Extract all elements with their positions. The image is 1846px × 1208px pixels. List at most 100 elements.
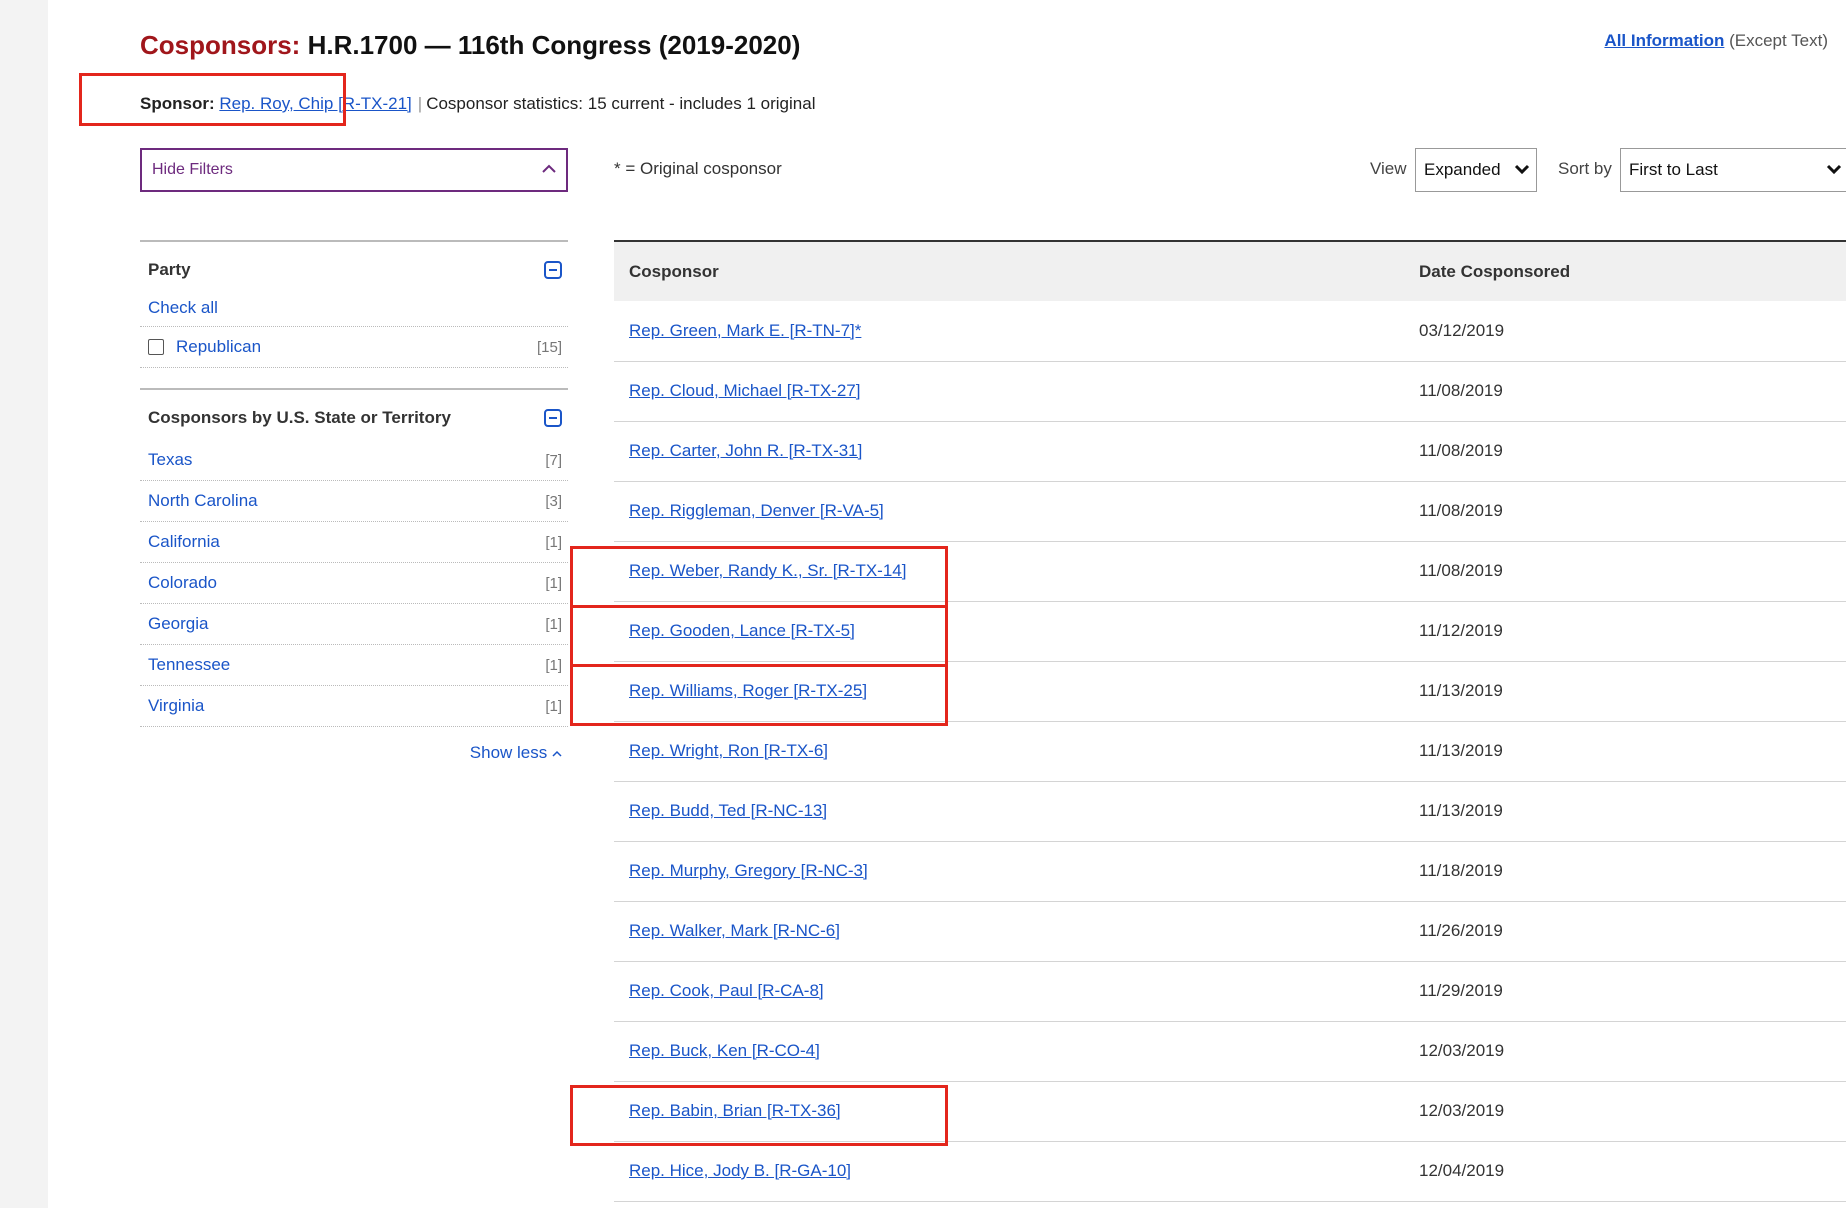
cosponsor-link[interactable]: Rep. Carter, John R. [R-TX-31] — [629, 441, 862, 460]
cosponsor-link[interactable]: Rep. Buck, Ken [R-CO-4] — [629, 1041, 820, 1060]
cosponsor-cell: Rep. Carter, John R. [R-TX-31] — [614, 421, 1404, 482]
cosponsor-cell: Rep. Hice, Jody B. [R-GA-10] — [614, 1141, 1404, 1202]
party-filter-name: Republican — [148, 337, 261, 357]
state-filter-label: Texas — [148, 450, 193, 469]
cosponsor-cell: Rep. Green, Mark E. [R-TN-7]* — [614, 301, 1404, 362]
date-cell: 03/12/2019 — [1404, 301, 1846, 362]
cosponsor-link[interactable]: Rep. Green, Mark E. [R-TN-7]* — [629, 321, 861, 340]
page: Cosponsors: H.R.1700 — 116th Congress (2… — [48, 0, 1846, 1208]
table-row: Rep. Gooden, Lance [R-TX-5] 11/12/2019 — [614, 601, 1846, 662]
table-row: Rep. Wright, Ron [R-TX-6] 11/13/2019 — [614, 721, 1846, 782]
date-cell: 11/29/2019 — [1404, 961, 1846, 1022]
table-row: Rep. Budd, Ted [R-NC-13] 11/13/2019 — [614, 781, 1846, 842]
state-filter-label: Virginia — [148, 696, 205, 715]
state-filter-count: [7] — [545, 451, 562, 469]
sponsor-line: Sponsor: Rep. Roy, Chip [R-TX-21] | Cospon… — [140, 94, 815, 114]
state-filter-count: [1] — [545, 574, 562, 592]
cosponsor-cell: Rep. Budd, Ted [R-NC-13] — [614, 781, 1404, 842]
view-select[interactable]: Expanded — [1415, 148, 1537, 192]
sort-select-value: First to Last — [1629, 160, 1718, 179]
table-row: Rep. Hice, Jody B. [R-GA-10] 12/04/2019 — [614, 1141, 1846, 1202]
table-row: Rep. Babin, Brian [R-TX-36] 12/03/2019 — [614, 1081, 1846, 1142]
sort-select[interactable]: First to Last — [1620, 148, 1846, 192]
sort-label: Sort by — [1558, 159, 1612, 178]
cosponsor-link[interactable]: Rep. Gooden, Lance [R-TX-5] — [629, 621, 855, 640]
party-facet-header: Party — [140, 256, 568, 284]
cosponsor-link[interactable]: Rep. Riggleman, Denver [R-VA-5] — [629, 501, 884, 520]
cosponsor-cell: Rep. Walker, Mark [R-NC-6] — [614, 901, 1404, 962]
state-filter-georgia[interactable]: Georgia [1] — [140, 604, 568, 645]
date-cell: 11/26/2019 — [1404, 901, 1846, 962]
chevron-down-icon — [1514, 160, 1530, 180]
cosponsor-link[interactable]: Rep. Hice, Jody B. [R-GA-10] — [629, 1161, 851, 1180]
cosponsor-link[interactable]: Rep. Weber, Randy K., Sr. [R-TX-14] — [629, 561, 906, 580]
original-cosponsor-legend: * = Original cosponsor — [614, 159, 782, 178]
party-filter-republican[interactable]: Republican [15] — [140, 327, 568, 368]
all-information-link[interactable]: All Information — [1604, 31, 1724, 50]
date-cell: 11/13/2019 — [1404, 721, 1846, 782]
cosponsor-link[interactable]: Rep. Wright, Ron [R-TX-6] — [629, 741, 828, 760]
state-filter-north-carolina[interactable]: North Carolina [3] — [140, 481, 568, 522]
state-filter-virginia[interactable]: Virginia [1] — [140, 686, 568, 727]
table-row: Rep. Williams, Roger [R-TX-25] 11/13/2019 — [614, 661, 1846, 722]
cosponsor-cell: Rep. Cloud, Michael [R-TX-27] — [614, 361, 1404, 422]
table-row: Rep. Buck, Ken [R-CO-4] 12/03/2019 — [614, 1021, 1846, 1082]
date-cell: 11/08/2019 — [1404, 481, 1846, 542]
state-filter-count: [3] — [545, 492, 562, 510]
show-less-link[interactable]: Show less — [140, 727, 568, 763]
collapse-party-icon[interactable] — [544, 261, 562, 279]
column-header-cosponsor[interactable]: Cosponsor — [614, 241, 1404, 301]
sponsor-label: Sponsor: — [140, 94, 215, 113]
cosponsor-link[interactable]: Rep. Walker, Mark [R-NC-6] — [629, 921, 840, 940]
date-cell: 11/08/2019 — [1404, 421, 1846, 482]
state-filter-california[interactable]: California [1] — [140, 522, 568, 563]
cosponsor-link[interactable]: Rep. Cook, Paul [R-CA-8] — [629, 981, 824, 1000]
state-filter-count: [1] — [545, 615, 562, 633]
cosponsor-link[interactable]: Rep. Murphy, Gregory [R-NC-3] — [629, 861, 868, 880]
date-cell: 11/08/2019 — [1404, 361, 1846, 422]
table-row: Rep. Riggleman, Denver [R-VA-5] 11/08/201… — [614, 481, 1846, 542]
collapse-state-icon[interactable] — [544, 409, 562, 427]
date-cell: 11/13/2019 — [1404, 781, 1846, 842]
state-filter-colorado[interactable]: Colorado [1] — [140, 563, 568, 604]
chevron-up-icon — [542, 161, 556, 179]
party-filter-count: [15] — [536, 338, 562, 356]
check-all-link[interactable]: Check all — [140, 284, 568, 327]
table-row: Rep. Cook, Paul [R-CA-8] 11/29/2019 — [614, 961, 1846, 1022]
date-cell: 12/03/2019 — [1404, 1021, 1846, 1082]
table-row: Rep. Green, Mark E. [R-TN-7]* 03/12/2019 — [614, 301, 1846, 362]
cosponsor-cell: Rep. Weber, Randy K., Sr. [R-TX-14] — [614, 541, 1404, 602]
all-information-note: (Except Text) — [1724, 31, 1828, 50]
date-cell: 11/13/2019 — [1404, 661, 1846, 722]
view-label: View — [1370, 159, 1407, 178]
date-cell: 11/12/2019 — [1404, 601, 1846, 662]
cosponsor-cell: Rep. Gooden, Lance [R-TX-5] — [614, 601, 1404, 662]
cosponsor-link[interactable]: Rep. Babin, Brian [R-TX-36] — [629, 1101, 841, 1120]
table-row: Rep. Weber, Randy K., Sr. [R-TX-14] 11/08… — [614, 541, 1846, 602]
table-header-row: Cosponsor Date Cosponsored — [614, 241, 1846, 301]
hide-filters-button[interactable]: Hide Filters — [140, 148, 568, 192]
cosponsor-cell: Rep. Williams, Roger [R-TX-25] — [614, 661, 1404, 722]
cosponsor-link[interactable]: Rep. Cloud, Michael [R-TX-27] — [629, 381, 860, 400]
party-facet-title: Party — [148, 260, 191, 279]
cosponsor-link[interactable]: Rep. Budd, Ted [R-NC-13] — [629, 801, 827, 820]
cosponsor-cell: Rep. Buck, Ken [R-CO-4] — [614, 1021, 1404, 1082]
page-title: Cosponsors: H.R.1700 — 116th Congress (2… — [140, 30, 800, 61]
cosponsor-link[interactable]: Rep. Williams, Roger [R-TX-25] — [629, 681, 867, 700]
table-row: Rep. Cloud, Michael [R-TX-27] 11/08/2019 — [614, 361, 1846, 422]
cosponsor-cell: Rep. Riggleman, Denver [R-VA-5] — [614, 481, 1404, 542]
chevron-down-icon — [1826, 160, 1842, 180]
party-facet: Party Check all Republican [15] — [140, 240, 568, 368]
state-filter-texas[interactable]: Texas [7] — [140, 440, 568, 481]
republican-checkbox[interactable] — [148, 339, 164, 355]
page-title-prefix: Cosponsors: — [140, 30, 301, 60]
state-filter-label: North Carolina — [148, 491, 258, 510]
cosponsor-cell: Rep. Wright, Ron [R-TX-6] — [614, 721, 1404, 782]
date-cell: 12/04/2019 — [1404, 1141, 1846, 1202]
sponsor-link[interactable]: Rep. Roy, Chip [R-TX-21] — [219, 94, 411, 113]
sponsor-separator: | — [417, 94, 423, 113]
state-filter-tennessee[interactable]: Tennessee [1] — [140, 645, 568, 686]
date-cell: 11/08/2019 — [1404, 541, 1846, 602]
column-header-date[interactable]: Date Cosponsored — [1404, 241, 1846, 301]
page-title-bill: H.R.1700 — 116th Congress (2019-2020) — [300, 30, 801, 60]
